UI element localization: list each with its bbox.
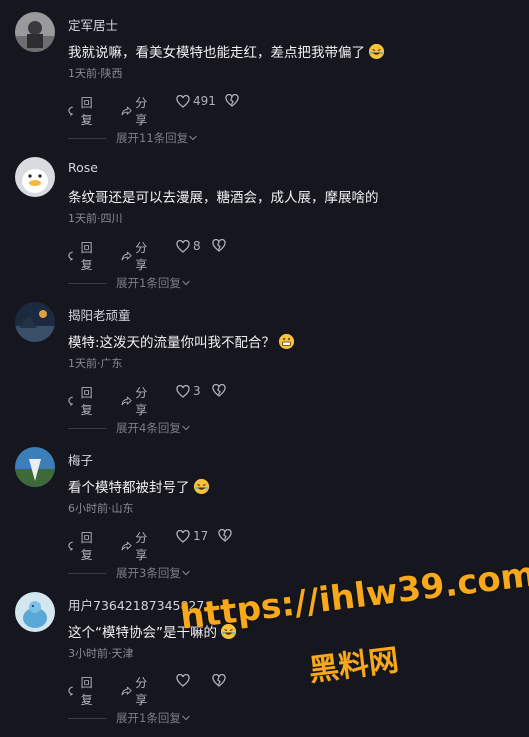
broken-heart-icon <box>212 239 226 252</box>
rolling-laugh-emoji-icon <box>221 624 236 639</box>
comment-username[interactable]: 定军居士 <box>68 15 118 34</box>
expand-replies-button[interactable]: 展开1条回复 <box>68 710 191 726</box>
broken-heart-icon <box>212 674 226 687</box>
comment-text: 我就说嘛，看美女模特也能走红，差点把我带偏了 <box>68 41 384 61</box>
rolling-laugh-emoji-icon <box>369 44 384 59</box>
avatar[interactable] <box>15 447 55 487</box>
heart-icon <box>176 384 190 398</box>
reply-icon <box>68 396 73 407</box>
share-icon <box>121 106 132 116</box>
heart-icon <box>176 239 190 253</box>
broken-heart-icon <box>212 384 226 397</box>
expand-replies-button[interactable]: 展开11条回复 <box>68 130 198 146</box>
reply-button[interactable]: 回复 <box>68 384 97 418</box>
like-button[interactable] <box>176 674 193 687</box>
divider <box>68 282 106 284</box>
dislike-button[interactable] <box>225 94 239 107</box>
divider <box>68 572 106 574</box>
broken-heart-icon <box>225 94 239 107</box>
avatar[interactable] <box>15 12 55 52</box>
broken-heart-icon <box>218 529 232 542</box>
share-icon <box>121 686 132 696</box>
chevron-down-icon <box>189 135 198 141</box>
share-button[interactable]: 分享 <box>121 529 152 563</box>
reply-button[interactable]: 回复 <box>68 94 97 128</box>
comment-text: 条纹哥还是可以去漫展，糖酒会，成人展，摩展啥的 <box>68 190 379 206</box>
like-count: 491 <box>193 94 216 108</box>
comment-username[interactable]: 用户73642187345827 <box>68 595 204 614</box>
expand-replies-button[interactable]: 展开3条回复 <box>68 565 191 581</box>
comment-meta: 3小时前·天津 <box>68 647 134 660</box>
comment-text: 模特:这泼天的流量你叫我不配合？ <box>68 331 295 351</box>
share-button[interactable]: 分享 <box>121 239 152 273</box>
reply-button[interactable]: 回复 <box>68 239 97 273</box>
like-button[interactable]: 17 <box>176 529 208 543</box>
like-button[interactable]: 491 <box>176 94 216 108</box>
dislike-button[interactable] <box>212 239 226 252</box>
heart-icon <box>176 94 190 108</box>
divider <box>68 427 106 429</box>
watermark: https://ihlw39.com 黑料网 <box>178 554 529 708</box>
chevron-down-icon <box>181 715 190 721</box>
comment-meta: 1天前·四川 <box>68 212 123 225</box>
comment-meta: 1天前·陕西 <box>68 67 123 80</box>
heart-icon <box>176 674 190 687</box>
dislike-button[interactable] <box>218 529 232 542</box>
share-button[interactable]: 分享 <box>121 674 152 708</box>
comment-text: 看个模特都被封号了 <box>68 476 209 496</box>
divider <box>68 717 106 719</box>
comment-username[interactable]: 揭阳老顽童 <box>68 305 131 324</box>
avatar[interactable] <box>15 157 55 197</box>
grimace-emoji-icon <box>279 334 295 349</box>
watermark-name: 黑料网 <box>306 642 401 689</box>
reply-icon <box>68 686 73 697</box>
chevron-down-icon <box>181 425 190 431</box>
like-button[interactable]: 3 <box>176 384 201 398</box>
avatar[interactable] <box>15 302 55 342</box>
chevron-down-icon <box>181 570 190 576</box>
reply-icon <box>68 251 73 262</box>
dislike-button[interactable] <box>212 384 226 397</box>
like-count: 17 <box>193 529 209 543</box>
comment-text: 这个“模特协会”是干嘛的 <box>68 621 236 641</box>
reply-icon <box>68 541 73 552</box>
dislike-button[interactable] <box>212 674 226 687</box>
share-button[interactable]: 分享 <box>121 94 152 128</box>
comment-meta: 1天前·广东 <box>68 357 123 370</box>
share-button[interactable]: 分享 <box>121 384 152 418</box>
reply-button[interactable]: 回复 <box>68 674 97 708</box>
comment-username[interactable]: Rose <box>68 160 98 175</box>
share-icon <box>121 251 132 261</box>
reply-icon <box>68 106 73 117</box>
avatar[interactable] <box>15 592 55 632</box>
reply-button[interactable]: 回复 <box>68 529 97 563</box>
expand-replies-button[interactable]: 展开1条回复 <box>68 275 191 291</box>
share-icon <box>121 396 132 406</box>
expand-replies-button[interactable]: 展开4条回复 <box>68 420 191 436</box>
heart-icon <box>176 529 190 543</box>
share-icon <box>121 541 132 551</box>
comment-username[interactable]: 梅子 <box>68 450 93 469</box>
like-count: 3 <box>193 384 201 398</box>
like-count: 8 <box>193 239 201 253</box>
rolling-laugh-emoji-icon <box>193 479 209 494</box>
chevron-down-icon <box>181 280 190 286</box>
like-button[interactable]: 8 <box>176 239 201 253</box>
comment-meta: 6小时前·山东 <box>68 502 134 515</box>
divider <box>68 137 106 139</box>
